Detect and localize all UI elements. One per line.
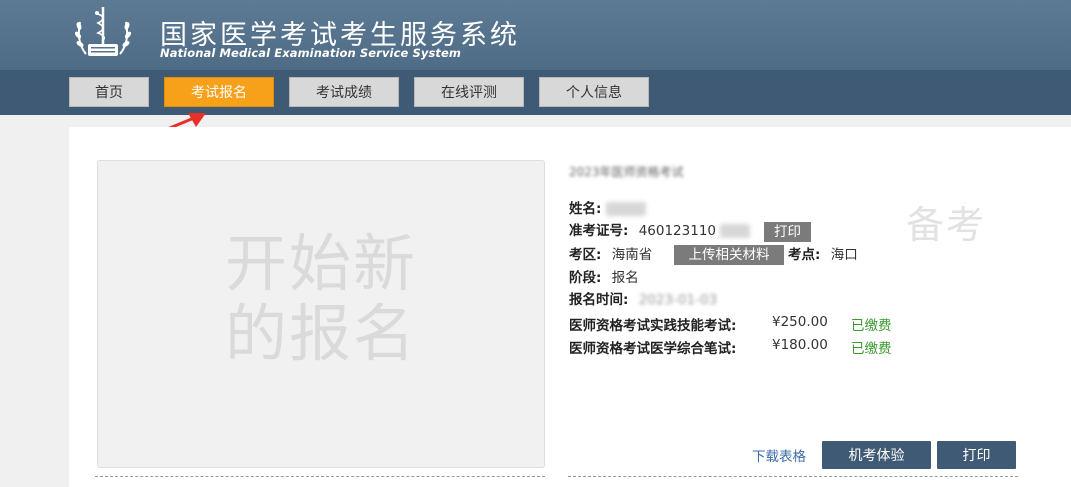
new-registration-label: 开始新 的报名 (224, 227, 417, 370)
divider-right (568, 476, 1018, 477)
new-registration-button[interactable]: 开始新 的报名 (97, 160, 545, 468)
fee-amount-written: ¥180.00 (772, 337, 828, 353)
area-label: 考区: (569, 247, 602, 263)
stage-label: 阶段: (569, 270, 602, 286)
time-value: 2023-01-03 (638, 292, 718, 308)
ticket-label: 准考证号: (569, 223, 629, 239)
tab-home[interactable]: 首页 (69, 77, 149, 107)
site-label: 考点: (788, 247, 821, 263)
name-label: 姓名: (569, 201, 602, 217)
area-row: 考区: 海南省 (569, 245, 652, 265)
tab-personal-info[interactable]: 个人信息 (539, 77, 649, 107)
stage-value: 报名 (611, 270, 639, 286)
print-ticket-button[interactable]: 打印 (764, 222, 811, 242)
ticket-value-redacted (720, 224, 751, 238)
site-header: 国家医学考试考生服务系统 National Medical Examinatio… (0, 0, 1071, 70)
fee-name-written: 医师资格考试医学综合笔试: (569, 341, 737, 357)
name-value-redacted (605, 202, 646, 216)
time-label: 报名时间: (569, 292, 629, 308)
site-value: 海口 (830, 247, 858, 263)
upload-materials-button[interactable]: 上传相关材料 (674, 245, 784, 265)
name-row: 姓名: (569, 199, 646, 219)
ticket-row: 准考证号: 460123110 (569, 221, 751, 241)
stage-row: 阶段: 报名 (569, 268, 639, 288)
caduceus-emblem-icon (74, 7, 132, 56)
exam-title: 2023年医师资格考试 (569, 165, 684, 179)
fee-status-written: 已缴费 (851, 341, 892, 357)
tab-exam-registration[interactable]: 考试报名 (164, 77, 274, 107)
site-subtitle: National Medical Examination Service Sys… (160, 46, 462, 60)
site-row: 考点: 海口 (788, 245, 858, 265)
status-watermark: 备考 (906, 203, 987, 247)
divider-left (95, 476, 545, 477)
print-button[interactable]: 打印 (937, 441, 1016, 469)
fee-amount-practical: ¥250.00 (772, 314, 828, 330)
time-row: 报名时间: 2023-01-03 (569, 290, 717, 310)
area-value: 海南省 (611, 247, 653, 263)
tab-online-assessment[interactable]: 在线评测 (414, 77, 524, 107)
cbt-experience-button[interactable]: 机考体验 (822, 441, 931, 469)
tab-exam-scores[interactable]: 考试成绩 (289, 77, 399, 107)
fee-name-practical: 医师资格考试实践技能考试: (569, 318, 737, 334)
download-form-link[interactable]: 下载表格 (752, 445, 806, 465)
fee-status-practical: 已缴费 (851, 318, 892, 334)
ticket-value: 460123110 (638, 223, 717, 239)
